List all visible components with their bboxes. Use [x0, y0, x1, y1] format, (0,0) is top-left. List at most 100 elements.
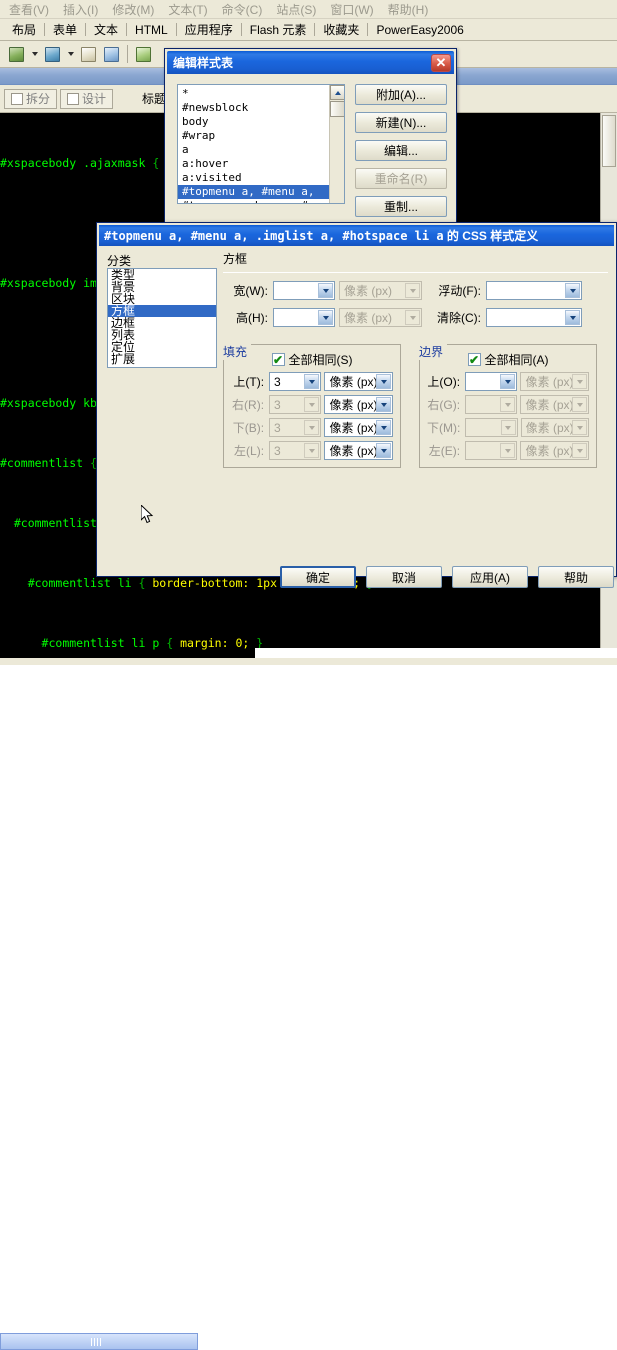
list-item[interactable]: #newsblock: [178, 101, 344, 115]
chevron-down-icon[interactable]: [500, 374, 516, 389]
padding-right-unit-combobox[interactable]: 像素 (px): [324, 395, 393, 414]
margin-bottom-value-combobox: [465, 418, 518, 437]
dialog-body: * #newsblock body #wrap a a:hover a:visi…: [165, 76, 456, 224]
chevron-down-icon[interactable]: [376, 374, 391, 389]
list-scrollbar[interactable]: [329, 85, 344, 203]
category-label: 分类: [107, 254, 132, 268]
list-item-selected[interactable]: #topmenu a, #menu a,: [178, 185, 344, 199]
insert-tab-html[interactable]: HTML: [127, 23, 176, 37]
menu-item-site[interactable]: 站点(S): [269, 0, 323, 20]
padding-top-unit: 像素 (px): [329, 375, 378, 389]
margin-legend: 边界: [419, 343, 448, 360]
chevron-down-icon: [304, 443, 320, 458]
scrollbar-thumb[interactable]: [602, 115, 616, 167]
width-unit-combobox: 像素 (px): [339, 281, 422, 300]
scrollbar-thumb[interactable]: [330, 101, 344, 117]
view-design-button[interactable]: 设计: [60, 88, 114, 109]
chevron-down-icon[interactable]: [565, 283, 580, 298]
box-panel: 方框 宽(W): 像素 (px) 浮动(F): 高(H): 像素 (px) 清除…: [223, 250, 608, 562]
menu-item-commands[interactable]: 命令(C): [215, 0, 270, 20]
insert-tab-favorites[interactable]: 收藏夹: [315, 21, 367, 38]
close-icon[interactable]: ✕: [431, 53, 451, 72]
insert-tab-text[interactable]: 文本: [86, 21, 126, 38]
dialog-titlebar[interactable]: 编辑样式表 ✕: [167, 51, 454, 74]
ok-button[interactable]: 确定: [280, 566, 356, 588]
list-item[interactable]: a:visited: [178, 171, 344, 185]
apply-button[interactable]: 应用(A): [452, 566, 528, 588]
margin-same-for-all-row[interactable]: ✔ 全部相同(A): [427, 351, 589, 368]
bottom-scroll-area: [0, 665, 617, 1350]
margin-top-value-combobox[interactable]: [465, 372, 518, 391]
float-combobox[interactable]: [486, 281, 582, 300]
edit-button[interactable]: 编辑...: [355, 140, 447, 161]
padding-right-value-combobox: 3: [269, 395, 322, 414]
list-item[interactable]: a:hover: [178, 157, 344, 171]
height-label: 高(H):: [236, 311, 268, 325]
table-icon[interactable]: [78, 44, 99, 65]
padding-bottom-unit: 像素 (px): [329, 421, 378, 435]
width-unit: 像素 (px): [344, 284, 393, 298]
width-value-combobox[interactable]: [273, 281, 335, 300]
list-item[interactable]: *: [178, 87, 344, 101]
padding-top-unit-combobox[interactable]: 像素 (px): [324, 372, 393, 391]
list-item[interactable]: a: [178, 143, 344, 157]
script-icon[interactable]: [133, 44, 154, 65]
insert-tab-layout[interactable]: 布局: [4, 21, 44, 38]
margin-right-row: 右(G): 像素 (px): [427, 395, 589, 414]
padding-group: 填充 ✔ 全部相同(S) 上(T): 3 像素 (px) 右(R): 3 像素 …: [223, 336, 401, 468]
insert-tab-flash-elements[interactable]: Flash 元素: [242, 21, 315, 38]
chevron-down-icon[interactable]: [29, 44, 40, 65]
chevron-down-icon[interactable]: [565, 310, 580, 325]
dialog-titlebar[interactable]: #topmenu a, #menu a, .imglist a, #hotspa…: [99, 225, 614, 246]
horizontal-scrollbar[interactable]: [0, 1333, 198, 1350]
chevron-down-icon[interactable]: [304, 374, 320, 389]
padding-bottom-unit-combobox[interactable]: 像素 (px): [324, 418, 393, 437]
comment-icon[interactable]: [101, 44, 122, 65]
menu-item-modify[interactable]: 修改(M): [105, 0, 161, 20]
margin-bottom-unit-combobox: 像素 (px): [520, 418, 589, 437]
server-behavior-icon[interactable]: [6, 44, 27, 65]
chevron-down-icon[interactable]: [65, 44, 76, 65]
chevron-down-icon: [572, 420, 587, 435]
new-button[interactable]: 新建(N)...: [355, 112, 447, 133]
hyperlink-icon[interactable]: [42, 44, 63, 65]
category-item-extensions[interactable]: 扩展: [108, 353, 216, 365]
list-item[interactable]: #wrap: [178, 129, 344, 143]
list-item[interactable]: body: [178, 115, 344, 129]
chevron-down-icon[interactable]: [376, 443, 391, 458]
menu-item-help[interactable]: 帮助(H): [381, 0, 436, 20]
chevron-down-icon[interactable]: [318, 283, 333, 298]
menu-bar: 查看(V) 插入(I) 修改(M) 文本(T) 命令(C) 站点(S) 窗口(W…: [0, 0, 617, 19]
insert-tab-forms[interactable]: 表单: [45, 21, 85, 38]
padding-left-unit-combobox[interactable]: 像素 (px): [324, 441, 393, 460]
view-split-button[interactable]: 拆分: [4, 88, 58, 109]
list-item[interactable]: #topmenu a:hover, #men: [178, 199, 344, 203]
menu-item-view[interactable]: 查看(V): [2, 0, 56, 20]
chevron-down-icon[interactable]: [376, 397, 391, 412]
padding-same-checkbox[interactable]: ✔: [271, 353, 285, 366]
insert-tab-powereasy[interactable]: PowerEasy2006: [368, 23, 471, 37]
style-list[interactable]: * #newsblock body #wrap a a:hover a:visi…: [177, 84, 345, 204]
chevron-down-icon[interactable]: [318, 310, 333, 325]
scroll-up-icon[interactable]: [330, 85, 344, 100]
height-value-combobox[interactable]: [273, 308, 335, 327]
menu-item-text[interactable]: 文本(T): [161, 0, 214, 20]
icon-glyph: [104, 46, 119, 62]
chevron-down-icon[interactable]: [376, 420, 391, 435]
help-button[interactable]: 帮助: [538, 566, 614, 588]
dialog-title: 编辑样式表: [173, 56, 234, 70]
cancel-button[interactable]: 取消: [366, 566, 442, 588]
menu-item-insert[interactable]: 插入(I): [56, 0, 105, 20]
margin-left-label: 左(E):: [428, 444, 461, 458]
menu-item-window[interactable]: 窗口(W): [323, 0, 380, 20]
chevron-down-icon: [405, 310, 420, 325]
margin-same-checkbox[interactable]: ✔: [467, 353, 481, 366]
attach-button[interactable]: 附加(A)...: [355, 84, 447, 105]
padding-top-value-combobox[interactable]: 3: [269, 372, 322, 391]
clear-combobox[interactable]: [486, 308, 582, 327]
height-clear-row: 高(H): 像素 (px) 清除(C):: [223, 308, 608, 327]
insert-tab-application[interactable]: 应用程序: [177, 21, 241, 38]
padding-same-for-all-row[interactable]: ✔ 全部相同(S): [231, 351, 393, 368]
category-list[interactable]: 类型 背景 区块 方框 边框 列表 定位 扩展: [107, 268, 217, 368]
duplicate-button[interactable]: 重制...: [355, 196, 447, 217]
